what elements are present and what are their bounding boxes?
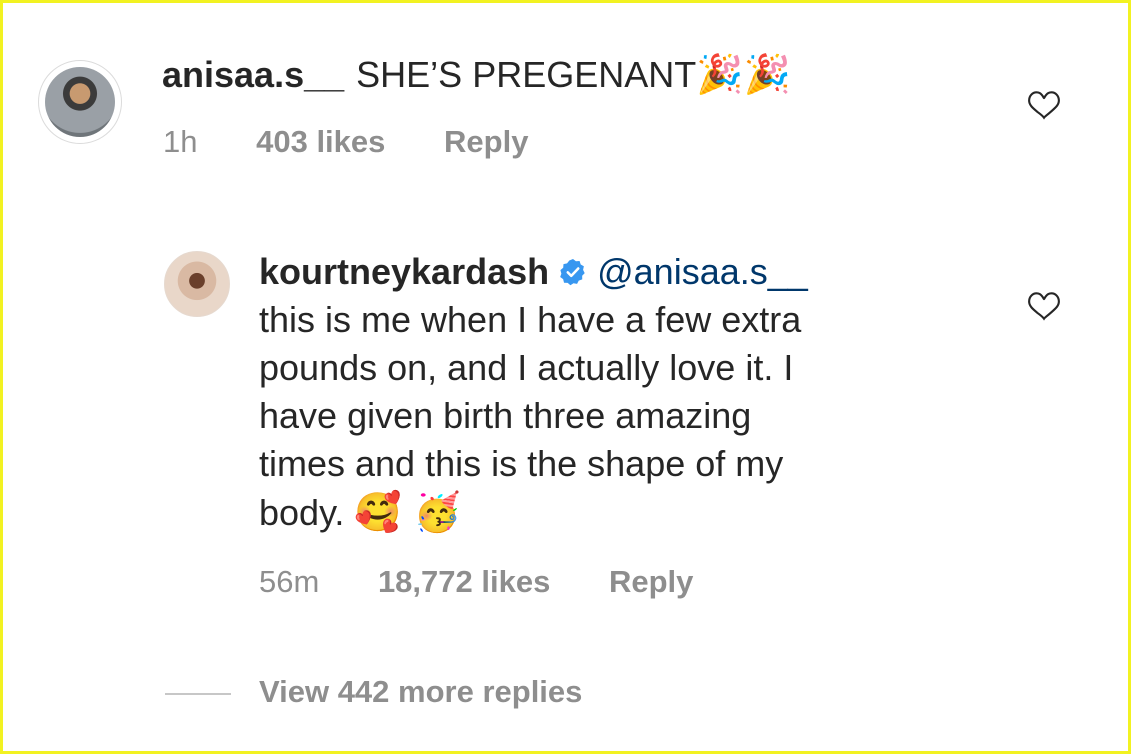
avatar-anisaa[interactable] xyxy=(38,60,122,144)
heart-outline-icon[interactable] xyxy=(1026,88,1062,122)
reply-emojis: 🥰 🥳 xyxy=(354,490,462,534)
reply-reply-button[interactable]: Reply xyxy=(609,562,693,602)
reply-text: this is me when I have a few extra pound… xyxy=(259,296,979,537)
heart-outline-icon[interactable] xyxy=(1026,289,1062,323)
comment-time: 1h xyxy=(163,124,198,159)
comment-reply-button[interactable]: Reply xyxy=(444,122,528,162)
reply-meta: 56m 18,772 likes Reply xyxy=(259,562,693,602)
reply-likes[interactable]: 18,772 likes xyxy=(378,562,550,602)
reply-body: kourtneykardash @anisaa.s__ this is me w… xyxy=(259,248,979,537)
verified-badge-icon xyxy=(560,259,585,286)
reply-text-content: this is me when I have a few extra pound… xyxy=(259,299,802,533)
comment-line: anisaa.s__ SHE’S PREGENANT🎉🎉 xyxy=(162,50,791,99)
reply-username[interactable]: kourtneykardash xyxy=(259,251,549,292)
reply-mention-link[interactable]: @anisaa.s__ xyxy=(597,251,808,292)
party-popper-emojis: 🎉🎉 xyxy=(696,52,791,96)
comment-text: SHE’S PREGENANT xyxy=(356,54,697,95)
comment-likes[interactable]: 403 likes xyxy=(256,122,385,162)
comment-meta: 1h 403 likes Reply xyxy=(163,122,528,162)
view-more-replies-label[interactable]: View 442 more replies xyxy=(259,674,582,709)
reply-time: 56m xyxy=(259,564,320,599)
view-more-replies-button[interactable]: View 442 more replies xyxy=(165,672,582,712)
avatar-kourtneykardash[interactable] xyxy=(164,251,230,317)
view-replies-dash xyxy=(165,692,231,695)
comment-username[interactable]: anisaa.s__ xyxy=(162,54,344,95)
